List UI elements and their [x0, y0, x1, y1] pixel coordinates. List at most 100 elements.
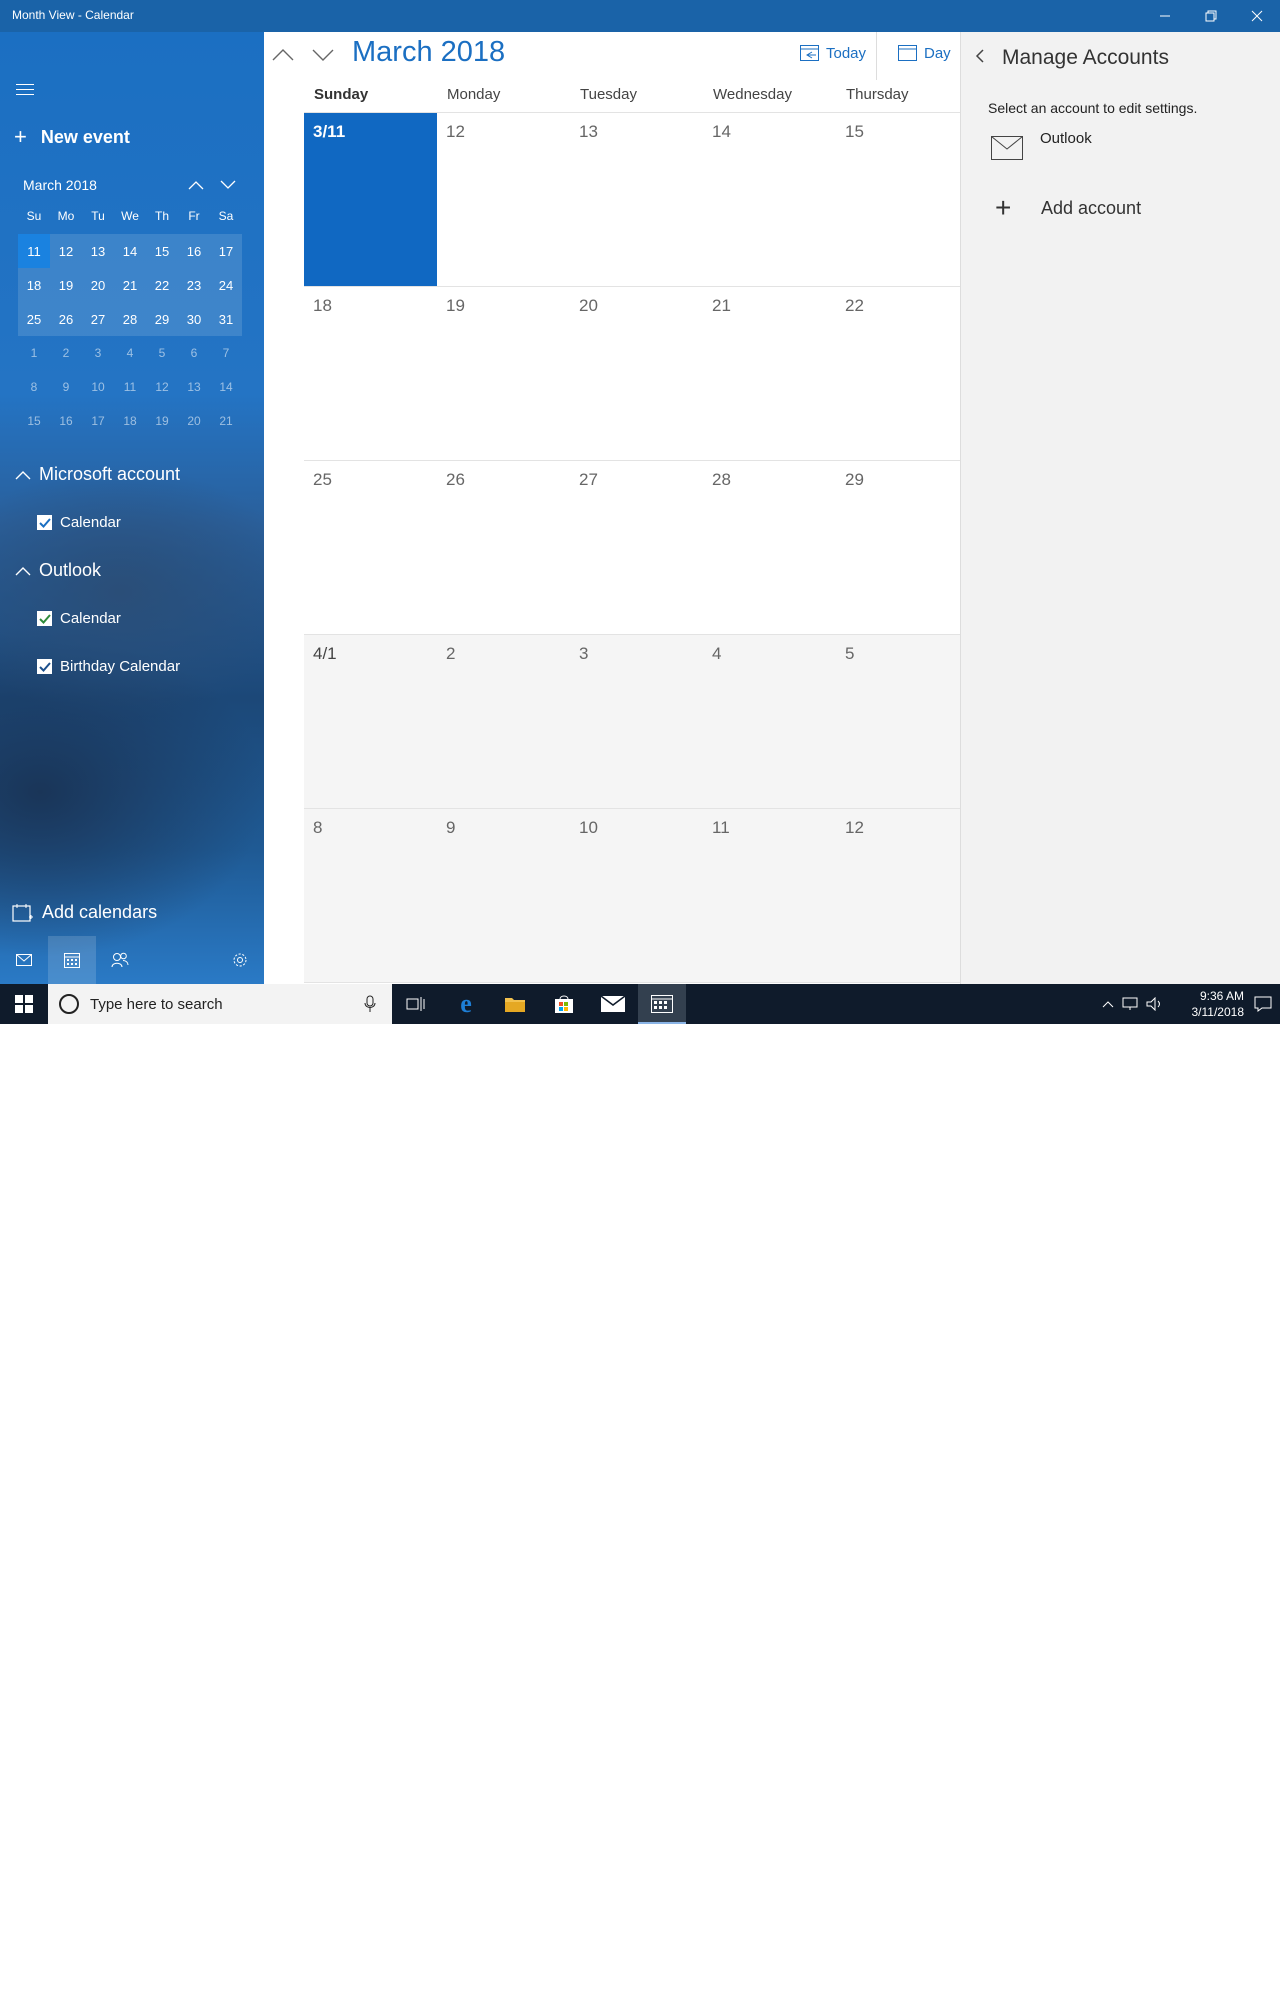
checkbox-icon[interactable] [37, 659, 52, 674]
mini-day[interactable]: 22 [146, 268, 178, 302]
day-cell[interactable]: 3 [570, 635, 703, 808]
search-box[interactable]: Type here to search [48, 984, 392, 1024]
mini-day[interactable]: 14 [210, 370, 242, 404]
day-cell[interactable]: 21 [703, 287, 836, 460]
day-cell[interactable]: 12 [836, 809, 960, 982]
calendar-toggle[interactable]: Birthday Calendar [37, 658, 180, 675]
day-cell[interactable]: 2 [437, 635, 570, 808]
day-cell[interactable]: 20 [570, 287, 703, 460]
add-account-button[interactable]: + Add account [995, 194, 1141, 222]
day-cell[interactable]: 10 [570, 809, 703, 982]
day-cell[interactable]: 11 [703, 809, 836, 982]
edge-button[interactable]: e [442, 984, 490, 1024]
mini-day[interactable]: 30 [178, 302, 210, 336]
minimize-button[interactable] [1142, 0, 1188, 32]
day-cell[interactable]: 28 [703, 461, 836, 634]
network-icon[interactable] [1122, 997, 1138, 1011]
day-cell[interactable]: 4 [703, 635, 836, 808]
day-cell[interactable]: 27 [570, 461, 703, 634]
mini-day[interactable]: 21 [210, 404, 242, 438]
mini-day[interactable]: 13 [178, 370, 210, 404]
action-center-icon[interactable] [1254, 996, 1272, 1012]
mail-app-button[interactable] [589, 984, 637, 1024]
mini-day[interactable]: 29 [146, 302, 178, 336]
back-button[interactable] [975, 48, 985, 69]
mini-day[interactable]: 26 [50, 302, 82, 336]
mini-day[interactable]: 13 [82, 234, 114, 268]
day-cell[interactable]: 29 [836, 461, 960, 634]
day-cell[interactable]: 9 [437, 809, 570, 982]
day-cell[interactable]: 22 [836, 287, 960, 460]
mail-button[interactable] [0, 936, 48, 984]
mini-day[interactable]: 19 [50, 268, 82, 302]
mini-day[interactable]: 18 [114, 404, 146, 438]
day-cell[interactable]: 14 [703, 113, 836, 286]
people-button[interactable] [96, 936, 144, 984]
file-explorer-button[interactable] [491, 984, 539, 1024]
calendar-toggle[interactable]: Calendar [37, 610, 121, 627]
microphone-icon[interactable] [364, 995, 376, 1013]
mini-day[interactable]: 3 [82, 336, 114, 370]
mini-day[interactable]: 21 [114, 268, 146, 302]
hamburger-menu-icon[interactable] [16, 80, 34, 99]
mini-day[interactable]: 5 [146, 336, 178, 370]
settings-button[interactable] [216, 936, 264, 984]
checkbox-icon[interactable] [37, 515, 52, 530]
mini-day[interactable]: 23 [178, 268, 210, 302]
mini-day[interactable]: 19 [146, 404, 178, 438]
account-item-outlook[interactable]: Outlook [991, 128, 1092, 160]
mini-day[interactable]: 7 [210, 336, 242, 370]
mini-day[interactable]: 24 [210, 268, 242, 302]
mini-day[interactable]: 14 [114, 234, 146, 268]
task-view-button[interactable] [392, 984, 440, 1024]
day-cell[interactable]: 25 [304, 461, 437, 634]
volume-icon[interactable] [1146, 997, 1164, 1011]
account-group-microsoft[interactable]: Microsoft account [14, 464, 180, 485]
close-button[interactable] [1234, 0, 1280, 32]
calendar-button[interactable] [48, 936, 96, 984]
restore-button[interactable] [1188, 0, 1234, 32]
day-cell[interactable]: 26 [437, 461, 570, 634]
mini-day[interactable]: 1 [18, 336, 50, 370]
chevron-up-icon[interactable] [1102, 1000, 1114, 1008]
calendar-toggle[interactable]: Calendar [37, 514, 121, 531]
mini-day[interactable]: 16 [178, 234, 210, 268]
day-cell[interactable]: 18 [304, 287, 437, 460]
start-button[interactable] [0, 984, 48, 1024]
mini-day[interactable]: 17 [210, 234, 242, 268]
mini-next-month-button[interactable] [218, 175, 238, 195]
day-cell[interactable]: 13 [570, 113, 703, 286]
add-calendars-button[interactable]: Add calendars [12, 902, 157, 923]
mini-day[interactable]: 15 [146, 234, 178, 268]
new-event-button[interactable]: + New event [14, 126, 130, 148]
mini-prev-month-button[interactable] [186, 175, 206, 195]
mini-day[interactable]: 27 [82, 302, 114, 336]
mini-day[interactable]: 17 [82, 404, 114, 438]
day-cell[interactable]: 5 [836, 635, 960, 808]
mini-day-selected[interactable]: 11 [18, 234, 50, 268]
mini-day[interactable]: 12 [146, 370, 178, 404]
mini-day[interactable]: 10 [82, 370, 114, 404]
mini-day[interactable]: 12 [50, 234, 82, 268]
day-cell[interactable]: 4/1 [304, 635, 437, 808]
mini-day[interactable]: 15 [18, 404, 50, 438]
day-cell[interactable]: 15 [836, 113, 960, 286]
day-cell[interactable]: 12 [437, 113, 570, 286]
mini-day[interactable]: 8 [18, 370, 50, 404]
clock[interactable]: 9:36 AM 3/11/2018 [1192, 988, 1245, 1020]
checkbox-icon[interactable] [37, 611, 52, 626]
account-group-outlook[interactable]: Outlook [14, 560, 101, 581]
previous-month-button[interactable] [270, 40, 296, 70]
today-button[interactable]: Today [800, 44, 866, 62]
mini-day[interactable]: 25 [18, 302, 50, 336]
mini-day[interactable]: 6 [178, 336, 210, 370]
mini-day[interactable]: 11 [114, 370, 146, 404]
mini-day[interactable]: 31 [210, 302, 242, 336]
calendar-app-button[interactable] [638, 984, 686, 1024]
mini-day[interactable]: 9 [50, 370, 82, 404]
mini-day[interactable]: 4 [114, 336, 146, 370]
day-cell[interactable]: 19 [437, 287, 570, 460]
mini-day[interactable]: 20 [82, 268, 114, 302]
mini-day[interactable]: 2 [50, 336, 82, 370]
mini-day[interactable]: 20 [178, 404, 210, 438]
